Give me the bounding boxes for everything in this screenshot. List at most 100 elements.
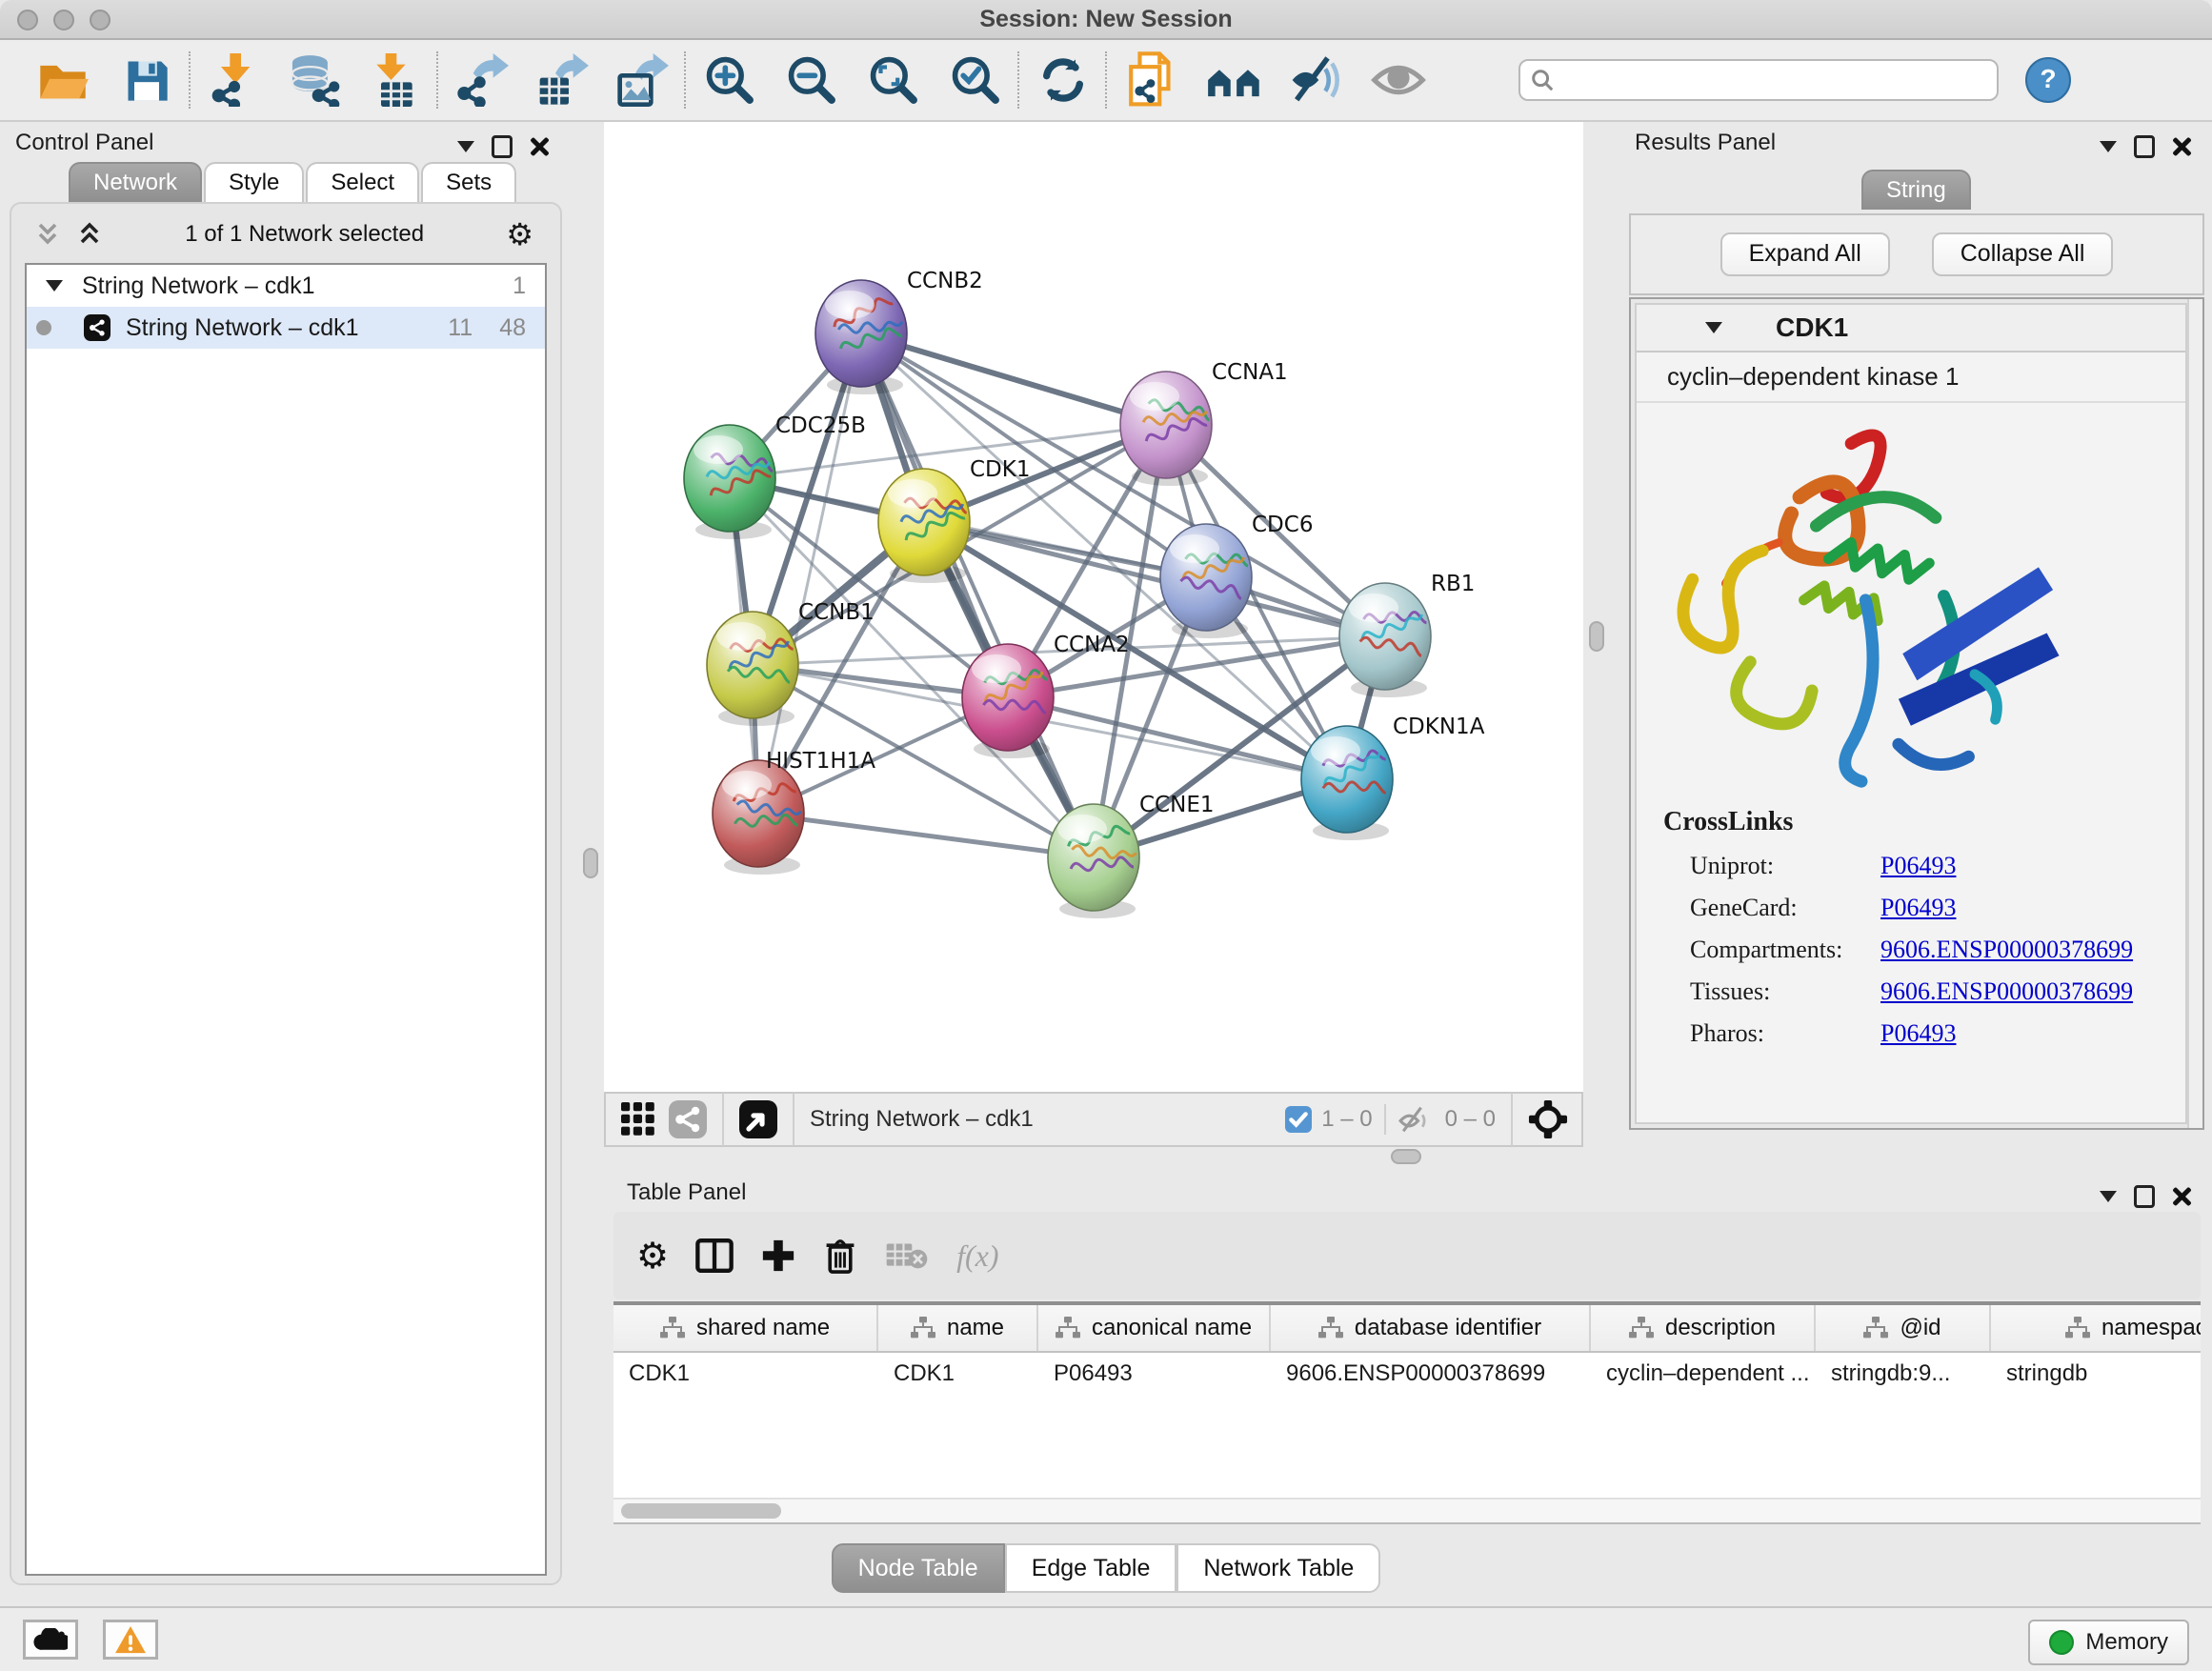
string-network-graph[interactable]: CCNB2CCNA1CDC25BCDK1CDC6RB1CCNB1CCNA2CDK… bbox=[604, 122, 1583, 1092]
table-cell[interactable]: CDK1 bbox=[878, 1360, 1038, 1387]
network-collection-row[interactable]: String Network – cdk1 1 bbox=[27, 265, 545, 307]
float-panel-icon[interactable] bbox=[492, 135, 513, 158]
column-header-namespace[interactable]: namespace bbox=[1991, 1305, 2201, 1351]
search-input[interactable] bbox=[1555, 66, 1987, 94]
import-table-icon[interactable] bbox=[366, 51, 423, 109]
column-header-canonical-name[interactable]: canonical name bbox=[1038, 1305, 1271, 1351]
scrollbar-thumb[interactable] bbox=[621, 1503, 781, 1519]
network-node-cdc25b[interactable]: CDC25B bbox=[684, 413, 866, 539]
network-node-ccnb2[interactable]: CCNB2 bbox=[815, 269, 983, 394]
node-table[interactable]: shared namenamecanonical namedatabase id… bbox=[613, 1301, 2201, 1524]
network-edge[interactable] bbox=[758, 333, 861, 814]
function-builder-icon[interactable]: f(x) bbox=[956, 1238, 998, 1274]
tab-string[interactable]: String bbox=[1861, 170, 1971, 210]
export-network-icon[interactable] bbox=[453, 51, 511, 109]
refresh-icon[interactable] bbox=[1035, 51, 1092, 109]
collapse-all-button[interactable]: Collapse All bbox=[1932, 232, 2114, 276]
zoom-out-icon[interactable] bbox=[783, 51, 840, 109]
column-header-description[interactable]: description bbox=[1591, 1305, 1816, 1351]
export-table-icon[interactable] bbox=[533, 51, 591, 109]
import-network-file-icon[interactable] bbox=[206, 51, 263, 109]
save-session-icon[interactable] bbox=[118, 51, 175, 109]
crosslink-link[interactable]: P06493 bbox=[1880, 852, 1956, 880]
memory-button[interactable]: Memory bbox=[2028, 1620, 2189, 1665]
search-field[interactable] bbox=[1518, 59, 1999, 101]
add-row-icon[interactable] bbox=[760, 1238, 796, 1274]
crosslink-link[interactable]: P06493 bbox=[1880, 1019, 1956, 1048]
tab-sets[interactable]: Sets bbox=[421, 162, 516, 202]
view-grid-icon[interactable] bbox=[621, 1102, 655, 1137]
tab-network[interactable]: Network bbox=[69, 162, 202, 202]
network-node-cdkn1a[interactable]: CDKN1A bbox=[1301, 715, 1485, 840]
zoom-in-icon[interactable] bbox=[701, 51, 758, 109]
network-node-rb1[interactable]: RB1 bbox=[1339, 572, 1475, 697]
first-neighbors-icon[interactable] bbox=[1206, 51, 1263, 109]
bottom-splitter-handle[interactable] bbox=[1391, 1149, 1421, 1164]
copy-network-icon[interactable] bbox=[1122, 51, 1179, 109]
hide-selected-icon[interactable] bbox=[1288, 51, 1345, 109]
table-cell[interactable]: CDK1 bbox=[613, 1360, 878, 1387]
collection-expand-icon[interactable] bbox=[46, 280, 63, 292]
chevrons-up-icon[interactable] bbox=[76, 221, 103, 248]
tab-select[interactable]: Select bbox=[306, 162, 419, 202]
zoom-fit-icon[interactable] bbox=[865, 51, 922, 109]
import-network-database-icon[interactable] bbox=[286, 51, 343, 109]
open-session-icon[interactable] bbox=[34, 51, 91, 109]
show-all-icon[interactable] bbox=[1370, 51, 1427, 109]
table-cell[interactable]: 9606.ENSP00000378699 bbox=[1271, 1360, 1591, 1387]
table-cell[interactable]: stringdb:9... bbox=[1816, 1360, 1991, 1387]
float-panel-icon[interactable] bbox=[2134, 135, 2155, 158]
crosslink-link[interactable]: 9606.ENSP00000378699 bbox=[1880, 936, 2133, 964]
network-edge[interactable] bbox=[861, 333, 1166, 425]
table-cell[interactable]: cyclin–dependent ... bbox=[1591, 1360, 1816, 1387]
network-row[interactable]: String Network – cdk1 11 48 bbox=[27, 307, 545, 349]
network-canvas[interactable]: CCNB2CCNA1CDC25BCDK1CDC6RB1CCNB1CCNA2CDK… bbox=[604, 122, 1583, 1092]
right-splitter-handle[interactable] bbox=[1589, 621, 1604, 652]
column-header-name[interactable]: name bbox=[878, 1305, 1038, 1351]
left-splitter-handle[interactable] bbox=[583, 848, 598, 878]
help-button[interactable]: ? bbox=[2025, 57, 2071, 103]
collapse-panel-icon[interactable] bbox=[457, 141, 474, 152]
tab-style[interactable]: Style bbox=[204, 162, 304, 202]
close-panel-icon[interactable] bbox=[2172, 137, 2191, 156]
network-options-gear-icon[interactable]: ⚙ bbox=[506, 216, 533, 252]
expand-all-button[interactable]: Expand All bbox=[1720, 232, 1890, 276]
collapse-panel-icon[interactable] bbox=[2100, 141, 2117, 152]
column-header-shared-name[interactable]: shared name bbox=[613, 1305, 878, 1351]
results-scrollbar[interactable] bbox=[2187, 299, 2202, 1128]
network-node-ccna1[interactable]: CCNA1 bbox=[1120, 360, 1288, 486]
node-card-header[interactable]: CDK1 bbox=[1637, 305, 2185, 352]
crosslink-link[interactable]: 9606.ENSP00000378699 bbox=[1880, 977, 2133, 1006]
toggle-column-icon[interactable] bbox=[695, 1238, 734, 1273]
center-view-icon[interactable] bbox=[1528, 1099, 1568, 1139]
crosslink-link[interactable]: P06493 bbox=[1880, 894, 1956, 922]
table-cell[interactable]: P06493 bbox=[1038, 1360, 1271, 1387]
table-settings-gear-icon[interactable]: ⚙ bbox=[636, 1235, 669, 1278]
column-header--id[interactable]: @id bbox=[1816, 1305, 1991, 1351]
close-panel-icon[interactable] bbox=[2172, 1187, 2191, 1206]
tab-node-table[interactable]: Node Table bbox=[832, 1543, 1005, 1593]
network-node-ccne1[interactable]: CCNE1 bbox=[1048, 793, 1215, 918]
hidden-eye-icon[interactable] bbox=[1398, 1104, 1436, 1135]
table-horizontal-scrollbar[interactable] bbox=[613, 1498, 2201, 1522]
tab-edge-table[interactable]: Edge Table bbox=[1005, 1543, 1177, 1593]
tab-network-table[interactable]: Network Table bbox=[1176, 1543, 1380, 1593]
table-row[interactable]: CDK1CDK1P064939606.ENSP00000378699cyclin… bbox=[613, 1353, 2201, 1395]
string-style-icon[interactable] bbox=[669, 1100, 707, 1138]
column-header-database-identifier[interactable]: database identifier bbox=[1271, 1305, 1591, 1351]
network-edge[interactable] bbox=[758, 814, 1094, 857]
table-cell[interactable]: stringdb bbox=[1991, 1360, 2201, 1387]
cloud-button[interactable] bbox=[23, 1620, 78, 1660]
warnings-button[interactable] bbox=[103, 1620, 158, 1660]
chevrons-down-icon[interactable] bbox=[34, 221, 61, 248]
delete-table-icon[interactable] bbox=[884, 1240, 930, 1271]
zoom-selected-icon[interactable] bbox=[947, 51, 1004, 109]
delete-row-icon[interactable] bbox=[823, 1237, 857, 1275]
birds-eye-view-icon[interactable] bbox=[739, 1100, 777, 1138]
export-image-icon[interactable] bbox=[613, 51, 671, 109]
network-edge[interactable] bbox=[861, 333, 1094, 857]
collapse-panel-icon[interactable] bbox=[2100, 1191, 2117, 1202]
network-node-hist1h1a[interactable]: HIST1H1A bbox=[713, 749, 875, 875]
collapse-card-icon[interactable] bbox=[1705, 322, 1722, 333]
close-panel-icon[interactable] bbox=[530, 137, 549, 156]
